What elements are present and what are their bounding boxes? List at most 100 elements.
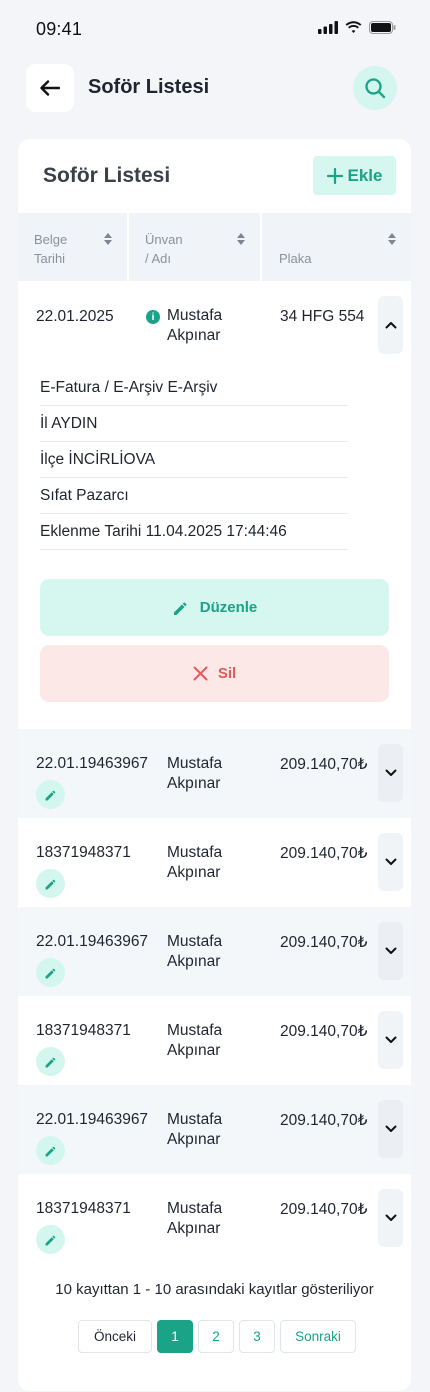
row-edit-button[interactable] [36, 780, 65, 809]
row-name: Mustafa Akpınar [167, 306, 222, 346]
expand-button[interactable] [378, 1189, 403, 1247]
pencil-icon [45, 1146, 55, 1156]
chevron-down-icon [385, 1125, 396, 1132]
row-date: 18371948371 [36, 1022, 131, 1039]
column-header-name-line1: Ünvan [145, 232, 183, 247]
row-date: 22.01.2025 [36, 308, 114, 325]
search-button[interactable] [353, 66, 397, 110]
row-name: Mustafa Akpınar [167, 843, 222, 883]
column-header-date-line1: Belge [34, 232, 68, 247]
row-edit-button[interactable] [36, 869, 65, 898]
status-icons [318, 21, 396, 34]
column-header-plate[interactable]: Plaka [262, 213, 411, 281]
page-title: Soför Listesi [88, 76, 210, 98]
column-header-name[interactable]: Ünvan / Adı [129, 213, 260, 281]
wifi-icon [345, 21, 362, 33]
column-header-date-line2: Tarihi [34, 251, 66, 266]
row-name: Mustafa Akpınar [167, 932, 222, 972]
expand-button[interactable] [378, 744, 403, 802]
expand-button[interactable] [378, 1011, 403, 1069]
row-amount: 209.140,70₺ [280, 1023, 368, 1040]
chevron-down-icon [385, 858, 396, 865]
pagination: Önceki 1 2 3 Sonraki [78, 1320, 356, 1353]
row-amount: 209.140,70₺ [280, 1201, 368, 1218]
sort-icon [388, 233, 396, 245]
status-bar: 09:41 [0, 0, 430, 58]
row-amount: 209.140,70₺ [280, 845, 368, 862]
column-header-date[interactable]: Belge Tarihi [18, 213, 127, 281]
row-name-line1: Mustafa [167, 1022, 223, 1039]
pagination-page-1[interactable]: 1 [157, 1320, 193, 1353]
row-plate: 34 HFG 554 [280, 308, 365, 325]
row-name-line2: Akpınar [167, 953, 221, 970]
table-row: 22.01.19463967 Mustafa Akpınar 209.140,70… [18, 1085, 411, 1174]
row-edit-button[interactable] [36, 1136, 65, 1165]
row-edit-button[interactable] [36, 958, 65, 987]
table-header: Belge Tarihi Ünvan / Adı Plaka [18, 213, 411, 281]
row-edit-button[interactable] [36, 1047, 65, 1076]
row-edit-button[interactable] [36, 1225, 65, 1254]
plus-icon [326, 167, 343, 184]
battery-icon [369, 21, 396, 34]
row-name-line1: Mustafa [167, 755, 223, 772]
pagination-prev-button[interactable]: Önceki [78, 1320, 152, 1353]
row-amount: 209.140,70₺ [280, 1112, 368, 1129]
detail-title: Sıfat Pazarcı [40, 478, 348, 514]
detail-created-at: Eklenme Tarihi 11.04.2025 17:44:46 [40, 514, 348, 550]
row-name-line1: Mustafa [167, 1111, 223, 1128]
row-date: 22.01.19463967 [36, 755, 149, 772]
expand-button[interactable] [378, 922, 403, 980]
row-name-line1: Mustafa [167, 933, 223, 950]
chevron-down-icon [385, 1214, 396, 1221]
chevron-down-icon [385, 769, 396, 776]
expand-button[interactable] [378, 833, 403, 891]
row-name-line1: Mustafa [167, 844, 223, 861]
row-amount: 209.140,70₺ [280, 934, 368, 951]
back-button[interactable] [26, 64, 74, 112]
chevron-down-icon [385, 1036, 396, 1043]
row-name: Mustafa Akpınar [167, 1021, 222, 1061]
card-title: Soför Listesi [43, 164, 171, 187]
edit-button[interactable]: Düzenle [40, 579, 389, 636]
table-row: 22.01.19463967 Mustafa Akpınar 209.140,70… [18, 729, 411, 818]
pagination-page-3[interactable]: 3 [239, 1320, 275, 1353]
row-date: 22.01.19463967 [36, 1111, 149, 1128]
edit-button-label: Düzenle [199, 599, 258, 616]
table-row-expanded: 22.01.2025 i Mustafa Akpınar 34 HFG 554 … [18, 281, 411, 729]
row-name: Mustafa Akpınar [167, 1110, 222, 1150]
row-name-line2: Akpınar [167, 1131, 221, 1148]
row-name-line2: Akpınar [167, 1220, 221, 1237]
row-name: Mustafa Akpınar [167, 754, 222, 794]
chevron-down-icon [385, 947, 396, 954]
detail-province: İl AYDIN [40, 406, 348, 442]
pencil-icon [45, 1235, 55, 1245]
pagination-page-2[interactable]: 2 [198, 1320, 234, 1353]
close-icon [193, 666, 208, 681]
table-row: 18371948371 Mustafa Akpınar 209.140,70₺ [18, 996, 411, 1085]
chevron-up-icon [385, 322, 396, 329]
pagination-next-button[interactable]: Sonraki [280, 1320, 356, 1353]
detail-invoice-type: E-Fatura / E-Arşiv E-Arşiv [40, 370, 348, 406]
pencil-icon [45, 879, 55, 889]
delete-button[interactable]: Sil [40, 645, 389, 702]
column-header-name-line2: / Adı [145, 251, 172, 266]
sort-icon [237, 233, 245, 245]
expand-button[interactable] [378, 1100, 403, 1158]
row-date: 18371948371 [36, 1200, 131, 1217]
info-icon[interactable]: i [146, 310, 160, 324]
app-header: Soför Listesi [0, 58, 430, 120]
row-name: Mustafa Akpınar [167, 1199, 222, 1239]
add-button-label: Ekle [347, 165, 383, 185]
row-date: 22.01.19463967 [36, 933, 149, 950]
sort-icon [104, 233, 112, 245]
status-time: 09:41 [36, 19, 83, 39]
collapse-button[interactable] [378, 296, 403, 354]
table-row: 22.01.19463967 Mustafa Akpınar 209.140,70… [18, 907, 411, 996]
table-row: 18371948371 Mustafa Akpınar 209.140,70₺ [18, 1174, 411, 1263]
pencil-icon [45, 1057, 55, 1067]
row-amount: 209.140,70₺ [280, 756, 368, 773]
arrow-left-icon [40, 80, 60, 96]
row-name-line1: Mustafa [167, 307, 223, 324]
detail-district: İlçe İNCİRLİOVA [40, 442, 348, 478]
add-button[interactable]: Ekle [313, 156, 396, 195]
